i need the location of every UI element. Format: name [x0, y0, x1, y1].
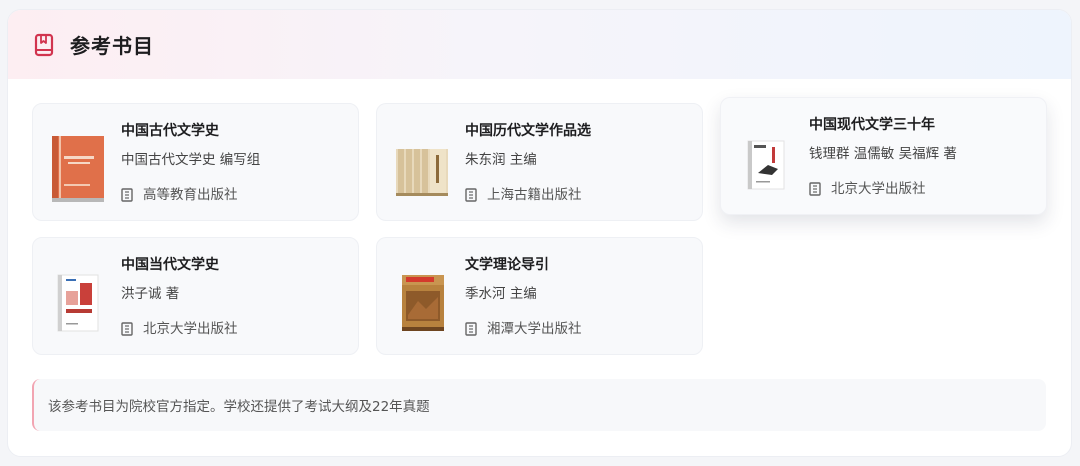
book-title: 中国历代文学作品选 — [465, 123, 591, 139]
book-cover — [737, 124, 795, 202]
book-card[interactable]: 中国历代文学作品选 朱东润 主编 上海古籍出版社 — [376, 103, 703, 221]
book-title: 中国当代文学史 — [121, 257, 219, 273]
book-cover — [49, 130, 107, 208]
book-title: 中国古代文学史 — [121, 123, 219, 139]
book-author: 中国古代文学史 编写组 — [121, 152, 261, 168]
book-cover — [49, 264, 107, 342]
book-author: 朱东润 主编 — [465, 152, 537, 168]
book-cover — [393, 264, 451, 342]
book-card[interactable]: 文学理论导引 季水河 主编 湘潭大学出版社 — [376, 237, 703, 355]
book-cover — [393, 130, 451, 208]
book-title: 文学理论导引 — [465, 257, 549, 273]
book-grid: 中国古代文学史 中国古代文学史 编写组 高等教育出版社 中国历代文学作品选 朱东… — [8, 79, 1071, 379]
book-publisher: 湘潭大学出版社 — [487, 321, 582, 337]
panel-header: 参考书目 — [8, 10, 1071, 79]
building-icon — [121, 188, 133, 202]
book-title: 中国现代文学三十年 — [809, 117, 935, 133]
note-text: 该参考书目为院校官方指定。学校还提供了考试大纲及22年真题 — [48, 399, 430, 415]
book-publisher: 北京大学出版社 — [143, 321, 238, 337]
book-publisher: 上海古籍出版社 — [487, 187, 582, 203]
book-author: 钱理群 温儒敏 吴福辉 著 — [809, 146, 957, 162]
book-publisher: 北京大学出版社 — [831, 181, 926, 197]
book-author: 季水河 主编 — [465, 286, 537, 302]
book-icon — [33, 33, 55, 57]
building-icon — [465, 322, 477, 336]
building-icon — [121, 322, 133, 336]
page-title: 参考书目 — [70, 34, 154, 58]
book-publisher: 高等教育出版社 — [143, 187, 238, 203]
building-icon — [809, 182, 821, 196]
building-icon — [465, 188, 477, 202]
book-card[interactable]: 中国现代文学三十年 钱理群 温儒敏 吴福辉 著 北京大学出版社 — [720, 97, 1047, 215]
book-author: 洪子诚 著 — [121, 286, 180, 302]
book-card[interactable]: 中国古代文学史 中国古代文学史 编写组 高等教育出版社 — [32, 103, 359, 221]
reference-books-panel: 参考书目 中国古代文学史 中国古代文学史 编写组 高等教育出版社 中国历代文学作… — [7, 9, 1072, 457]
book-card[interactable]: 中国当代文学史 洪子诚 著 北京大学出版社 — [32, 237, 359, 355]
info-note: 该参考书目为院校官方指定。学校还提供了考试大纲及22年真题 — [32, 379, 1046, 431]
